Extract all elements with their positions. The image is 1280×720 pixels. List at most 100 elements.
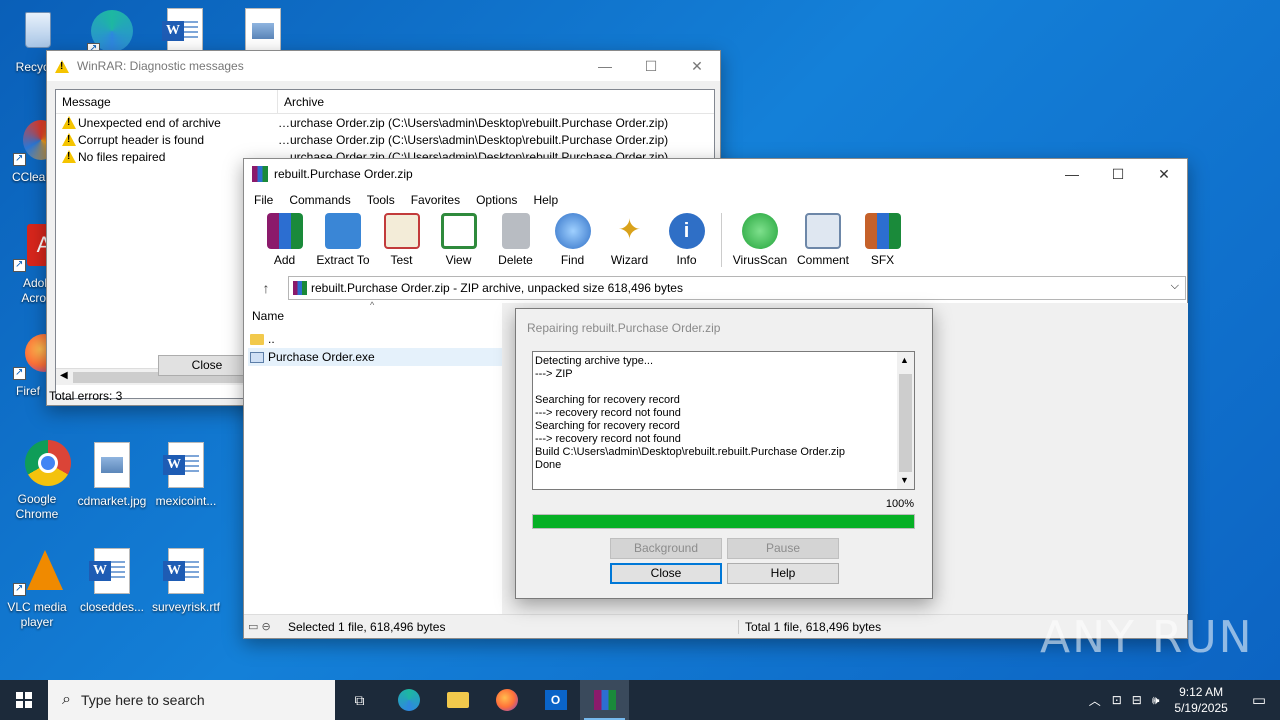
task-view-button[interactable]: ⧉ xyxy=(335,680,384,720)
start-button[interactable] xyxy=(0,680,48,720)
desktop-icon-closeddes[interactable]: W closeddes... xyxy=(75,548,149,615)
taskbar-firefox[interactable] xyxy=(482,680,531,720)
desktop-icon-label: mexicoint... xyxy=(155,494,217,508)
trash-delete-icon xyxy=(501,213,530,249)
toolbar-view-button[interactable]: View xyxy=(430,213,487,267)
maximize-button[interactable]: ☐ xyxy=(1095,159,1141,189)
toolbar-label: Extract To xyxy=(316,253,370,267)
menu-help[interactable]: Help xyxy=(525,193,566,207)
network-icon[interactable]: ⊟ xyxy=(1127,693,1147,707)
minimize-button[interactable]: — xyxy=(582,51,628,81)
toolbar-label: Comment xyxy=(796,253,849,267)
toolbar-label: View xyxy=(445,253,472,267)
notification-icon[interactable]: ▭ xyxy=(1238,691,1280,709)
task-view-icon: ⧉ xyxy=(354,691,365,708)
toolbar-label: Wizard xyxy=(610,253,649,267)
word-document-icon: W xyxy=(161,8,209,56)
taskbar-search-box[interactable]: ⌕ Type here to search xyxy=(48,680,335,720)
search-icon: ⌕ xyxy=(62,691,71,708)
log-line: ---> ZIP xyxy=(535,368,573,380)
background-button[interactable]: Background xyxy=(610,538,722,559)
archive-path-dropdown[interactable]: rebuilt.Purchase Order.zip - ZIP archive… xyxy=(288,276,1186,300)
column-header-message[interactable]: Message xyxy=(56,90,278,113)
toolbar-label: Delete xyxy=(498,253,533,267)
toolbar-info-button[interactable]: i Info xyxy=(658,213,715,267)
chevron-up-icon[interactable]: ︿ xyxy=(1083,692,1107,709)
toolbar-wizard-button[interactable]: ✦ Wizard xyxy=(601,213,658,267)
desktop-icon-label: VLC media player xyxy=(7,600,67,629)
desktop-icon-mexicoint[interactable]: W mexicoint... xyxy=(149,442,223,509)
address-bar: ↑ rebuilt.Purchase Order.zip - ZIP archi… xyxy=(244,273,1187,303)
toolbar-test-button[interactable]: Test xyxy=(373,213,430,267)
minimize-button[interactable]: — xyxy=(1049,159,1095,189)
message-row[interactable]: Corrupt header is found …urchase Order.z… xyxy=(56,131,714,148)
help-button[interactable]: Help xyxy=(727,563,839,584)
menu-options[interactable]: Options xyxy=(468,193,525,207)
clock[interactable]: 9:12 AM 5/19/2025 xyxy=(1164,684,1237,716)
system-tray: ︿ ⊡ ⊟ 🕪 9:12 AM 5/19/2025 ▭ xyxy=(1083,680,1280,720)
file-row-parent[interactable]: .. xyxy=(248,330,502,348)
network-adapter-icon[interactable]: ⊡ xyxy=(1107,693,1127,707)
taskbar-edge[interactable] xyxy=(384,680,433,720)
toolbar-label: Find xyxy=(560,253,585,267)
close-window-button[interactable]: ✕ xyxy=(1141,159,1187,189)
desktop-icon-cdmarket[interactable]: cdmarket.jpg xyxy=(75,442,149,509)
window-title: rebuilt.Purchase Order.zip xyxy=(274,167,413,181)
toolbar-label: Test xyxy=(390,253,413,267)
pause-button[interactable]: Pause xyxy=(727,538,839,559)
desktop-icon-vlc[interactable]: VLC media player xyxy=(0,548,74,630)
close-window-button[interactable]: ✕ xyxy=(674,51,720,81)
log-line: Searching for recovery record xyxy=(535,394,680,406)
log-line: Detecting archive type... xyxy=(535,355,654,367)
toolbar-delete-button[interactable]: Delete xyxy=(487,213,544,267)
message-row[interactable]: Unexpected end of archive …urchase Order… xyxy=(56,114,714,131)
taskbar-outlook[interactable]: O xyxy=(531,680,580,720)
word-document-icon: W xyxy=(162,442,210,490)
menu-bar: File Commands Tools Favorites Options He… xyxy=(244,189,1187,211)
word-document-icon: W xyxy=(162,548,210,596)
volume-icon[interactable]: 🕪 xyxy=(1147,693,1165,708)
progress-percent: 100% xyxy=(885,498,914,510)
toolbar-virusscan-button[interactable]: VirusScan xyxy=(728,213,792,267)
close-button[interactable]: Close xyxy=(610,563,722,584)
scroll-up-icon[interactable]: ▲ xyxy=(900,354,909,367)
edge-icon xyxy=(397,689,420,711)
winrar-titlebar[interactable]: rebuilt.Purchase Order.zip — ☐ ✕ xyxy=(244,159,1187,189)
repair-dialog: Repairing rebuilt.Purchase Order.zip Det… xyxy=(515,308,933,599)
archive-path-text: rebuilt.Purchase Order.zip - ZIP archive… xyxy=(311,281,683,295)
sort-ascending-icon: ^ xyxy=(370,300,375,310)
desktop-icon-chrome[interactable]: Google Chrome xyxy=(0,440,74,522)
toolbar-add-button[interactable]: Add xyxy=(256,213,313,267)
progress-fill xyxy=(533,515,914,528)
menu-commands[interactable]: Commands xyxy=(281,193,358,207)
toolbar-sfx-button[interactable]: SFX xyxy=(854,213,911,267)
scrollbar-thumb[interactable] xyxy=(899,374,912,472)
desktop-icon-surveyrisk[interactable]: W surveyrisk.rtf xyxy=(149,548,223,615)
chevron-down-icon[interactable]: ⌵ xyxy=(1171,280,1179,293)
vertical-scrollbar[interactable]: ▲ ▼ xyxy=(897,352,914,489)
warning-icon xyxy=(55,59,69,73)
desktop-icon-label: closeddes... xyxy=(79,600,145,614)
warning-icon xyxy=(62,133,76,146)
maximize-button[interactable]: ☐ xyxy=(628,51,674,81)
scroll-down-icon[interactable]: ▼ xyxy=(900,474,909,487)
up-arrow-icon[interactable]: ↑ xyxy=(244,280,288,296)
menu-tools[interactable]: Tools xyxy=(359,193,403,207)
taskbar-winrar[interactable] xyxy=(580,680,629,720)
magnifier-find-icon xyxy=(554,213,591,249)
taskbar-file-explorer[interactable] xyxy=(433,680,482,720)
diagnostic-titlebar[interactable]: WinRAR: Diagnostic messages — ☐ ✕ xyxy=(47,51,720,81)
column-header-archive[interactable]: Archive xyxy=(278,90,714,113)
menu-file[interactable]: File xyxy=(246,193,281,207)
scroll-left-icon[interactable]: ◀ xyxy=(60,370,68,381)
diag-close-button[interactable]: Close xyxy=(158,355,256,376)
toolbar-comment-button[interactable]: Comment xyxy=(792,213,854,267)
file-row-selected[interactable]: Purchase Order.exe xyxy=(248,348,502,366)
toolbar-find-button[interactable]: Find xyxy=(544,213,601,267)
repair-log[interactable]: Detecting archive type... ---> ZIP Searchi… xyxy=(532,351,915,490)
toolbar-extract-to-button[interactable]: Extract To xyxy=(313,213,373,267)
clock-time: 9:12 AM xyxy=(1179,685,1224,699)
add-archive-icon xyxy=(266,213,303,249)
menu-favorites[interactable]: Favorites xyxy=(403,193,468,207)
